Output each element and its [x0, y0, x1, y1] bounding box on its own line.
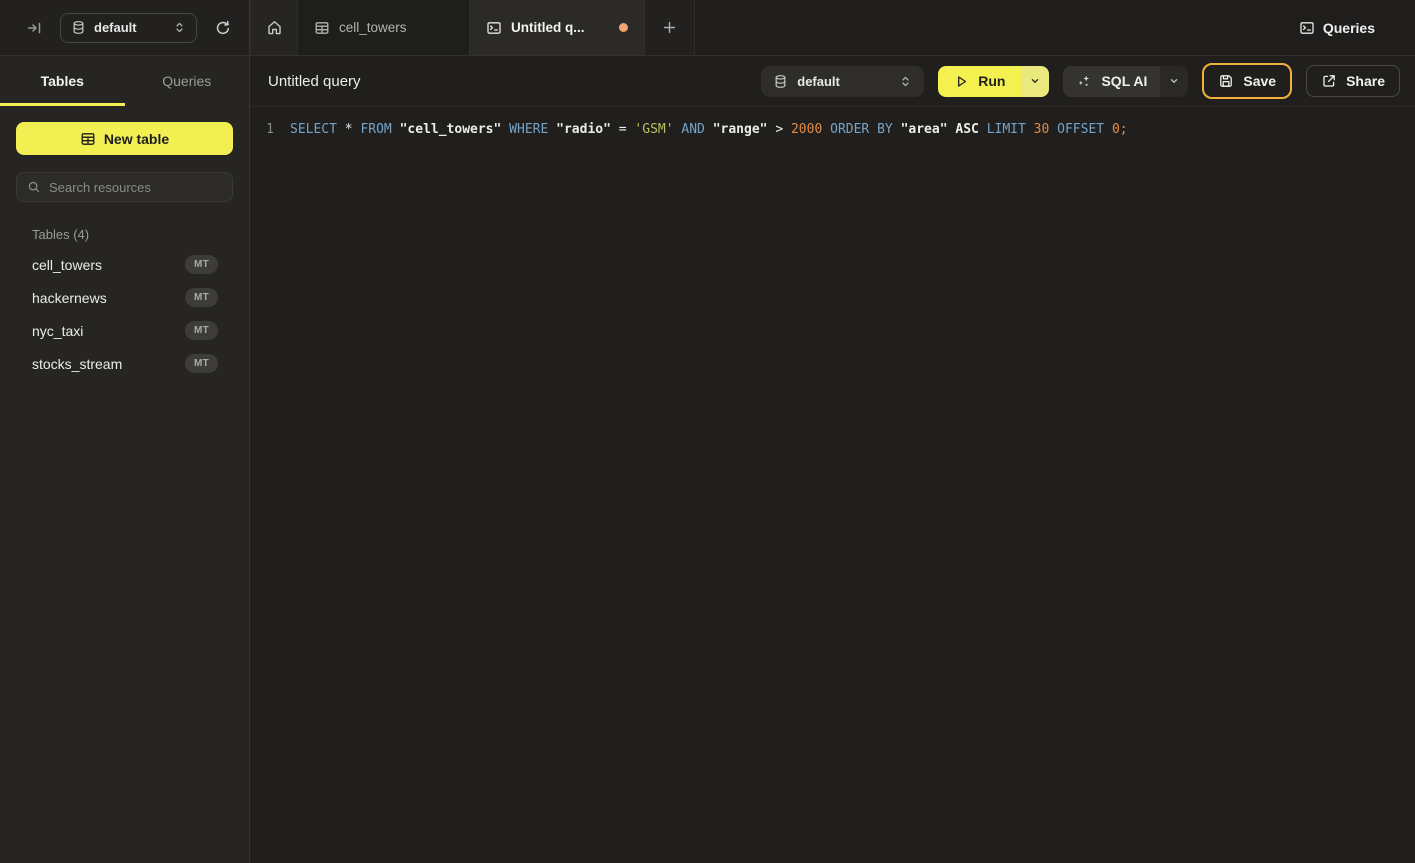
table-row-nyc-taxi[interactable]: nyc_taxi MT: [0, 314, 249, 347]
topbar-spacer: [695, 0, 1283, 55]
tab-label: cell_towers: [339, 20, 407, 35]
save-button[interactable]: Save: [1202, 63, 1292, 99]
table-icon: [314, 20, 330, 36]
database-icon: [71, 20, 86, 35]
terminal-icon: [486, 20, 502, 36]
line-number: 1: [250, 120, 274, 139]
main-panel: Untitled query default: [250, 56, 1415, 863]
refresh-button[interactable]: [211, 16, 235, 40]
table-name: cell_towers: [32, 257, 102, 273]
sql-ai-split-button: SQL AI: [1063, 66, 1188, 97]
sql-code-line[interactable]: 1 SELECT * FROM "cell_towers" WHERE "rad…: [250, 120, 1415, 139]
table-engine-badge: MT: [185, 255, 218, 274]
run-options-caret[interactable]: [1021, 66, 1049, 97]
query-title[interactable]: Untitled query: [268, 73, 361, 90]
sql-ai-options-caret[interactable]: [1160, 66, 1188, 97]
collapse-sidebar-button[interactable]: [22, 16, 46, 40]
table-engine-badge: MT: [185, 354, 218, 373]
home-icon: [266, 19, 283, 36]
queries-button[interactable]: Queries: [1283, 0, 1415, 55]
search-resources-box: [16, 172, 233, 202]
table-name: nyc_taxi: [32, 323, 83, 339]
sidebar-tab-label: Queries: [162, 73, 211, 89]
arrow-right-to-line-icon: [26, 20, 42, 36]
chevrons-up-down-icon: [899, 75, 912, 88]
unsaved-changes-dot: [619, 23, 628, 32]
table-row-stocks-stream[interactable]: stocks_stream MT: [0, 347, 249, 380]
database-icon: [773, 74, 788, 89]
new-tab-button[interactable]: [645, 0, 695, 55]
table-engine-badge: MT: [185, 321, 218, 340]
sidebar-tab-queries[interactable]: Queries: [125, 56, 250, 106]
share-button-label: Share: [1346, 73, 1385, 89]
topbar-left-section: default: [0, 0, 250, 55]
search-icon: [27, 180, 41, 194]
save-icon: [1218, 73, 1234, 89]
toolbar-database-value: default: [797, 74, 890, 89]
table-name: stocks_stream: [32, 356, 122, 372]
chevrons-up-down-icon: [173, 21, 186, 34]
sidebar: Tables Queries New table Tables (4) cell…: [0, 56, 250, 863]
tab-home[interactable]: [250, 0, 298, 55]
run-button-label: Run: [978, 73, 1005, 89]
sidebar-tabs: Tables Queries: [0, 56, 249, 106]
sparkles-icon: [1076, 73, 1092, 89]
chevron-down-icon: [1029, 75, 1041, 87]
tables-list: cell_towers MT hackernews MT nyc_taxi MT…: [0, 248, 249, 380]
refresh-icon: [215, 20, 231, 36]
table-icon: [80, 131, 96, 147]
sql-ai-button[interactable]: SQL AI: [1063, 66, 1160, 97]
table-row-cell-towers[interactable]: cell_towers MT: [0, 248, 249, 281]
tab-cell-towers[interactable]: cell_towers: [298, 0, 470, 55]
save-button-label: Save: [1243, 73, 1276, 89]
queries-button-label: Queries: [1323, 20, 1375, 36]
new-table-button[interactable]: New table: [16, 122, 233, 155]
top-bar: default cell_towers Untitled q...: [0, 0, 1415, 56]
database-selector-value: default: [94, 20, 165, 35]
table-name: hackernews: [32, 290, 107, 306]
sql-code-content: SELECT * FROM "cell_towers" WHERE "radio…: [290, 120, 1128, 139]
search-resources-input[interactable]: [49, 180, 222, 195]
plus-icon: [662, 20, 677, 35]
tab-label: Untitled q...: [511, 20, 585, 35]
toolbar-database-selector[interactable]: default: [761, 66, 924, 97]
tab-untitled-query-active[interactable]: Untitled q...: [470, 0, 645, 55]
terminal-icon: [1299, 20, 1315, 36]
table-row-hackernews[interactable]: hackernews MT: [0, 281, 249, 314]
table-engine-badge: MT: [185, 288, 218, 307]
share-button[interactable]: Share: [1306, 65, 1400, 97]
sidebar-tab-tables[interactable]: Tables: [0, 56, 125, 106]
run-split-button: Run: [938, 66, 1049, 97]
chevron-down-icon: [1168, 75, 1180, 87]
sidebar-tab-label: Tables: [41, 73, 84, 89]
query-toolbar: Untitled query default: [250, 56, 1415, 107]
sql-ai-button-label: SQL AI: [1101, 73, 1147, 89]
play-icon: [954, 74, 969, 89]
database-selector[interactable]: default: [60, 13, 197, 43]
sql-editor[interactable]: 1 SELECT * FROM "cell_towers" WHERE "rad…: [250, 107, 1415, 863]
share-icon: [1321, 73, 1337, 89]
new-table-button-label: New table: [104, 131, 169, 147]
tables-section-title: Tables (4): [32, 227, 233, 242]
run-button[interactable]: Run: [938, 66, 1021, 97]
